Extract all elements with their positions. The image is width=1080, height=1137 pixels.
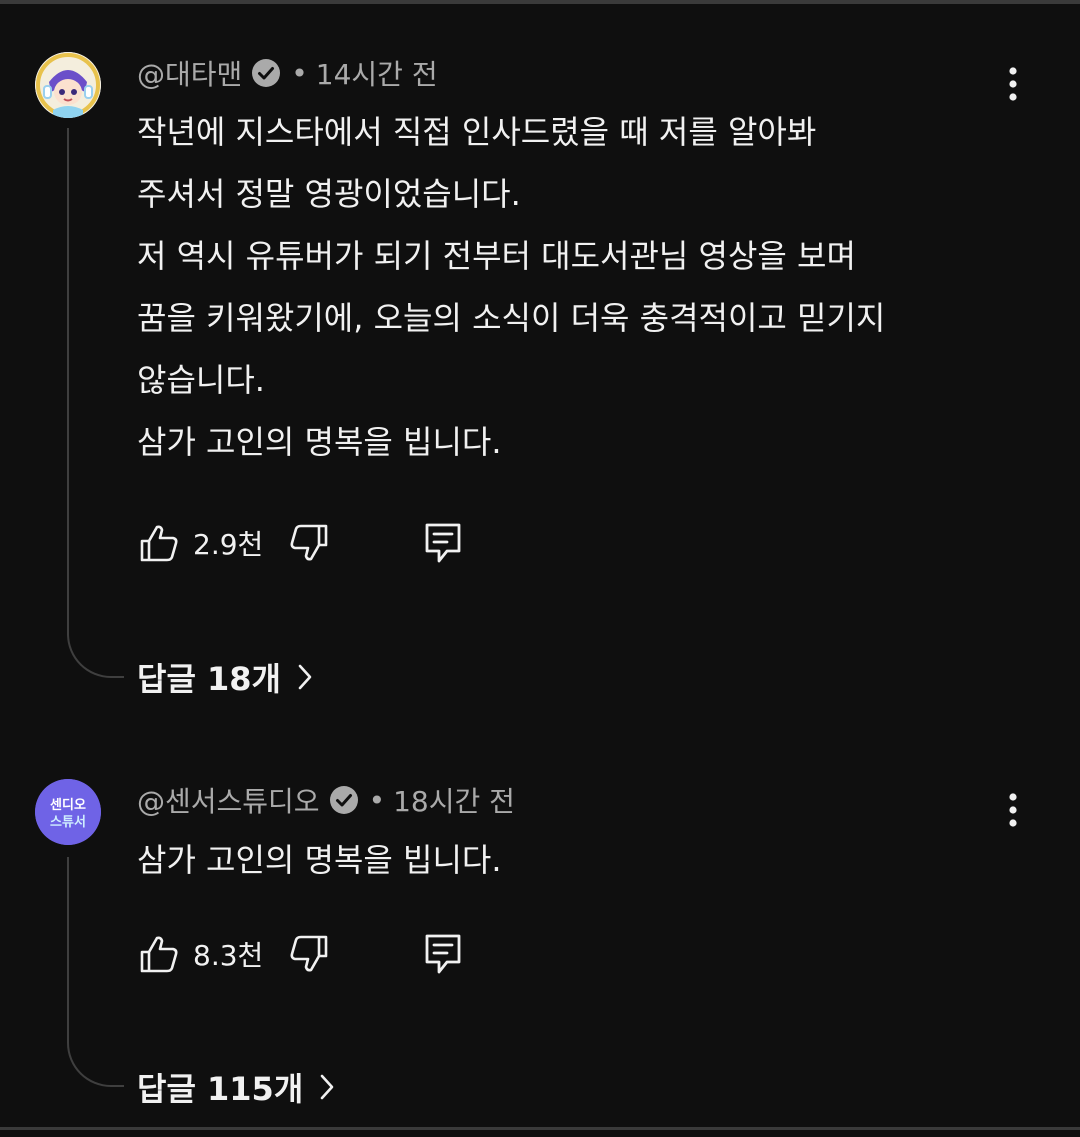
thumb-up-icon[interactable] (137, 932, 181, 976)
comment-line: 저 역시 유튜버가 되기 전부터 대도서관님 영상을 보며 (137, 237, 856, 275)
avatar-logo-top: 센디오 (50, 797, 86, 813)
chevron-right-icon (297, 663, 313, 691)
comment-line: 작년에 지스타에서 직접 인사드렸을 때 저를 알아봐 (137, 113, 817, 151)
thread-line (67, 128, 124, 678)
comment-line: 주셔서 정말 영광이었습니다. (137, 175, 521, 213)
verified-icon (251, 58, 281, 88)
reply-icon[interactable] (421, 932, 465, 976)
more-vert-icon[interactable] (996, 790, 1030, 830)
author-name[interactable]: @센서스튜디오 (137, 780, 320, 820)
thread-line (67, 857, 124, 1087)
comment-meta: @센서스튜디오 • 18시간 전 (137, 780, 515, 820)
replies-label: 답글 115개 (137, 1070, 304, 1108)
avatar-logo-bottom: 스튜서 (50, 815, 86, 830)
chevron-right-icon (319, 1073, 335, 1101)
comment-line: 삼가 고인의 명복을 빕니다. (137, 423, 502, 461)
top-divider (0, 0, 1080, 4)
comment-meta: @대타맨 • 14시간 전 (137, 53, 438, 93)
like-count: 8.3천 (193, 939, 264, 972)
avatar-image: 센디오 스튜서 (35, 779, 101, 845)
comment-text: 삼가 고인의 명복을 빕니다. (137, 829, 1037, 891)
author-name[interactable]: @대타맨 (137, 53, 242, 93)
view-replies-button[interactable]: 답글 18개 (137, 654, 313, 700)
view-replies-button[interactable]: 답글 115개 (137, 1064, 335, 1110)
comment-time: 18시간 전 (393, 785, 515, 818)
comment-text: 작년에 지스타에서 직접 인사드렸을 때 저를 알아봐 주셔서 정말 영광이었습… (137, 101, 1037, 473)
bottom-divider (0, 1127, 1080, 1130)
comment-time: 14시간 전 (315, 58, 438, 91)
comment-line: 꿈을 키워왔기에, 오늘의 소식이 더욱 충격적이고 믿기지 (137, 299, 886, 337)
verified-icon (329, 785, 359, 815)
more-vert-icon[interactable] (996, 64, 1030, 104)
comment-line: 삼가 고인의 명복을 빕니다. (137, 841, 502, 879)
thumb-down-icon[interactable] (287, 932, 331, 976)
thumb-down-icon[interactable] (287, 521, 331, 565)
replies-label: 답글 18개 (137, 660, 281, 698)
separator-dot: • (368, 783, 386, 817)
comment-actions: 8.3천 (137, 931, 465, 977)
avatar-image (35, 52, 101, 118)
thumb-up-icon[interactable] (137, 521, 181, 565)
separator-dot: • (291, 56, 308, 90)
comment-line: 않습니다. (137, 361, 265, 399)
reply-icon[interactable] (421, 521, 465, 565)
avatar[interactable]: 센디오 스튜서 (35, 779, 101, 845)
comment-actions: 2.9천 (137, 520, 465, 566)
avatar[interactable] (35, 52, 101, 118)
like-count: 2.9천 (193, 528, 264, 561)
